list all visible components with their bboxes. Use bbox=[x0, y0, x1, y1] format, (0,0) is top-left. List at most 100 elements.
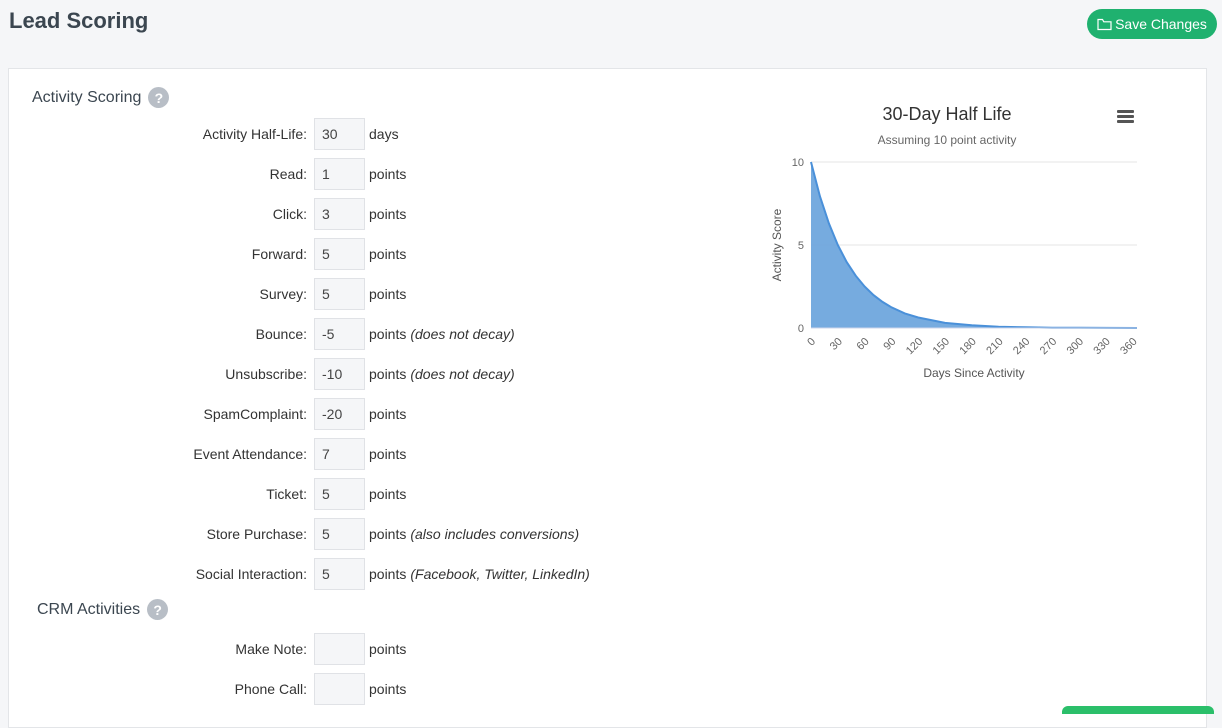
row-label-wrap: Click: bbox=[9, 198, 307, 230]
score-row: Social Interaction: points(Facebook, Twit… bbox=[9, 558, 590, 590]
score-row: Make Note: points bbox=[9, 633, 410, 665]
score-row: SpamComplaint: points bbox=[9, 398, 410, 430]
unit-text: points bbox=[369, 446, 407, 462]
score-input[interactable] bbox=[314, 278, 365, 310]
score-input[interactable] bbox=[314, 198, 365, 230]
score-input[interactable] bbox=[314, 398, 365, 430]
save-changes-button[interactable]: Save Changes bbox=[1087, 9, 1217, 39]
row-unit: days bbox=[369, 126, 403, 142]
crm-activities-heading: CRM Activities ? bbox=[37, 599, 169, 620]
row-label: Event Attendance: bbox=[193, 446, 307, 462]
row-note: (Facebook, Twitter, LinkedIn) bbox=[410, 566, 590, 582]
help-icon[interactable]: ? bbox=[148, 87, 170, 108]
y-tick-label: 10 bbox=[792, 157, 804, 169]
lead-scoring-panel: Activity Scoring ? Activity Half-Life: da… bbox=[8, 68, 1207, 728]
x-tick-label: 210 bbox=[984, 336, 1005, 357]
x-tick-label: 150 bbox=[931, 336, 952, 357]
row-label-wrap: Bounce: bbox=[9, 318, 307, 350]
row-label-wrap: SpamComplaint: bbox=[9, 398, 308, 430]
unit-text: points bbox=[369, 566, 407, 582]
row-label-wrap: Social Interaction: bbox=[9, 558, 307, 590]
y-axis-label: Activity Score bbox=[770, 208, 784, 281]
row-label-wrap: Make Note: bbox=[9, 633, 307, 665]
x-tick-label: 360 bbox=[1118, 336, 1139, 357]
folder-icon bbox=[1097, 18, 1112, 30]
help-icon[interactable]: ? bbox=[147, 599, 169, 620]
row-unit: points bbox=[369, 641, 410, 657]
row-label: Bounce: bbox=[255, 326, 307, 342]
row-unit: points bbox=[369, 681, 410, 697]
row-label: Ticket: bbox=[266, 486, 307, 502]
row-label: Click: bbox=[272, 206, 307, 222]
row-label: Read: bbox=[269, 166, 307, 182]
chart-menu-icon[interactable] bbox=[1117, 110, 1135, 124]
row-label-wrap: Unsubscribe: bbox=[9, 358, 307, 390]
row-unit: points bbox=[369, 446, 410, 462]
row-label-wrap: Activity Half-Life: bbox=[9, 118, 307, 150]
unit-text: points bbox=[369, 526, 407, 542]
score-row: Phone Call: points bbox=[9, 673, 410, 705]
page-title: Lead Scoring bbox=[9, 8, 149, 33]
unit-text: points bbox=[369, 681, 407, 697]
row-label: Social Interaction: bbox=[195, 566, 307, 582]
row-unit: points (does not decay) bbox=[369, 366, 515, 382]
score-row: Forward: points bbox=[9, 238, 410, 270]
x-tick-label: 180 bbox=[957, 336, 978, 357]
score-input[interactable] bbox=[314, 238, 365, 270]
unit-text: points bbox=[369, 486, 407, 502]
row-unit: points (Facebook, Twitter, LinkedIn) bbox=[369, 566, 590, 582]
score-input[interactable] bbox=[314, 158, 365, 190]
score-input[interactable] bbox=[314, 318, 365, 350]
row-label-wrap: Survey: bbox=[9, 278, 307, 310]
row-label-wrap: Forward: bbox=[9, 238, 307, 270]
row-label-wrap: Ticket: bbox=[9, 478, 307, 510]
unit-text: points bbox=[369, 366, 407, 382]
row-unit: points (does not decay) bbox=[369, 326, 515, 342]
unit-text: points bbox=[369, 326, 407, 342]
chart-title: 30-Day Half Life bbox=[882, 104, 1011, 124]
row-label: Make Note: bbox=[235, 641, 307, 657]
row-unit: points bbox=[369, 206, 410, 222]
x-tick-label: 0 bbox=[805, 336, 818, 349]
unit-text: points bbox=[369, 641, 407, 657]
row-label: Phone Call: bbox=[234, 681, 307, 697]
chart-subtitle: Assuming 10 point activity bbox=[878, 133, 1017, 147]
x-tick-label: 330 bbox=[1091, 336, 1112, 357]
unit-text: points bbox=[369, 406, 407, 422]
row-label: Survey: bbox=[259, 286, 307, 302]
score-row: Ticket: points bbox=[9, 478, 410, 510]
bottom-edge-tab[interactable] bbox=[1062, 706, 1214, 714]
row-label: Unsubscribe: bbox=[225, 366, 307, 382]
score-input[interactable] bbox=[314, 478, 365, 510]
score-row: Click: points bbox=[9, 198, 410, 230]
activity-scoring-heading: Activity Scoring ? bbox=[32, 87, 170, 108]
row-label-wrap: Store Purchase: bbox=[9, 518, 307, 550]
score-input[interactable] bbox=[314, 438, 365, 470]
unit-text: points bbox=[369, 246, 407, 262]
x-tick-label: 270 bbox=[1038, 336, 1059, 357]
row-label-wrap: Event Attendance: bbox=[9, 438, 307, 470]
score-row: Unsubscribe: points(does not decay) bbox=[9, 358, 515, 390]
x-tick-label: 30 bbox=[828, 336, 845, 353]
score-input[interactable] bbox=[314, 358, 365, 390]
score-input[interactable] bbox=[314, 118, 365, 150]
row-unit: points bbox=[369, 166, 410, 182]
activity-scoring-title: Activity Scoring bbox=[32, 88, 142, 106]
row-note: (does not decay) bbox=[410, 366, 515, 382]
row-unit: points bbox=[369, 246, 410, 262]
x-tick-label: 90 bbox=[881, 336, 898, 353]
x-tick-label: 300 bbox=[1065, 336, 1086, 357]
score-row: Bounce: points(does not decay) bbox=[9, 318, 515, 350]
row-note: (also includes conversions) bbox=[410, 526, 580, 542]
score-input[interactable] bbox=[314, 673, 365, 705]
row-label-wrap: Phone Call: bbox=[9, 673, 307, 705]
save-changes-label: Save Changes bbox=[1115, 16, 1207, 32]
score-input[interactable] bbox=[314, 558, 365, 590]
score-input[interactable] bbox=[314, 633, 365, 665]
half-life-chart: 30-Day Half Life Assuming 10 point activi… bbox=[770, 104, 1140, 380]
row-label-wrap: Read: bbox=[9, 158, 307, 190]
score-row: Event Attendance: points bbox=[9, 438, 410, 470]
y-tick-label: 0 bbox=[798, 323, 804, 335]
score-input[interactable] bbox=[314, 518, 365, 550]
row-label: Store Purchase: bbox=[206, 526, 307, 542]
